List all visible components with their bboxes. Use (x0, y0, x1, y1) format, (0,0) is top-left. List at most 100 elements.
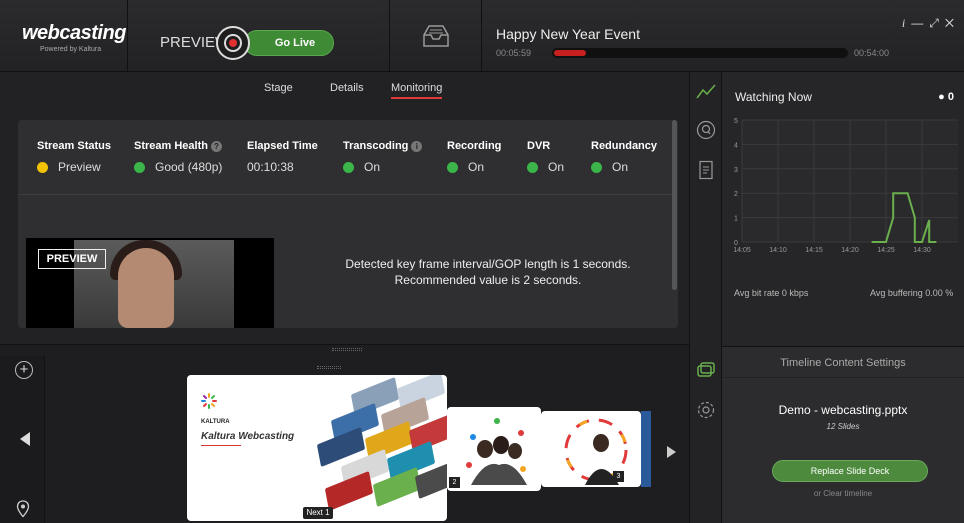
broadcast-icon[interactable] (216, 26, 250, 60)
top-bar: webcasting Powered by Kaltura PREVIEW Go… (0, 0, 964, 72)
tab-details[interactable]: Details (330, 82, 364, 94)
recording-header: Recording (447, 140, 502, 152)
resize-handle[interactable] (0, 344, 689, 356)
watching-title: Watching Now (735, 90, 812, 104)
status-text: On (364, 160, 381, 174)
status-dot (37, 161, 48, 173)
slide-thumbnail-3[interactable]: 3 (541, 411, 641, 487)
preview-controls: PREVIEW Go Live (128, 0, 390, 72)
scrollbar[interactable] (672, 120, 677, 290)
deck-name: Demo - webcasting.pptx (778, 403, 908, 417)
tab-monitoring[interactable]: Monitoring (391, 82, 443, 99)
add-icon[interactable]: + (15, 361, 33, 379)
slide-number: 3 (613, 471, 624, 482)
elapsed-time-header: Elapsed Time (247, 140, 318, 152)
info-icon[interactable]: ? (210, 140, 222, 152)
info-icon[interactable]: i (902, 16, 911, 30)
side-icon-bar (689, 72, 722, 523)
slide-brand: KALTURA (201, 419, 230, 425)
close-icon[interactable]: ✕ (945, 16, 960, 30)
q-and-a-icon[interactable] (696, 120, 716, 140)
event-progress (552, 48, 848, 58)
kaltura-logo-icon (201, 393, 217, 409)
stream-health-value: Good (480p) (134, 160, 222, 174)
slide-thumbnail-2[interactable]: 2 (447, 407, 541, 491)
y-tick-label: 2 (734, 191, 738, 198)
stream-status-header: Stream Status (37, 140, 111, 152)
watching-now-panel: Watching Now ● 0 0 1 2 3 4 5 14:05 14:10 14:15 14… (722, 72, 964, 346)
info-icon[interactable]: i (411, 140, 423, 152)
dvr-header: DVR (527, 140, 551, 152)
slide-number: 2 (449, 477, 460, 488)
video-face (118, 248, 174, 328)
tab-stage[interactable]: Stage (264, 82, 293, 94)
status-text: On (548, 160, 565, 174)
header-text: Transcoding (343, 140, 409, 152)
logo-title: webcasting (22, 22, 126, 44)
event-info: Happy New Year Event 00:05:59 00:54:00 i… (482, 0, 964, 72)
viewer-count: ● 0 (938, 91, 954, 103)
minimize-icon[interactable]: — (911, 16, 929, 30)
transcoding-header: Transcoding i (343, 140, 423, 152)
x-tick-label: 14:25 (877, 247, 895, 254)
logo-subtitle: Powered by Kaltura (40, 46, 102, 53)
divider (722, 377, 964, 378)
slide-underline (201, 445, 241, 446)
slide-count: 12 Slides (826, 422, 860, 431)
redundancy-header: Redundancy (591, 140, 658, 152)
gop-line-2: Recommended value is 2 seconds. (394, 273, 582, 287)
status-dot (447, 161, 458, 173)
clear-timeline-link[interactable]: or Clear timeline (722, 489, 964, 498)
stream-status-value: Preview (37, 160, 101, 174)
viewer-count-value: 0 (947, 91, 954, 103)
x-tick-label: 14:05 (733, 247, 751, 254)
window-controls: i—⤢✕ (902, 16, 960, 31)
status-text: Preview (58, 160, 101, 174)
go-live-button[interactable]: Go Live (244, 30, 334, 56)
expand-icon[interactable]: ⤢ (929, 16, 945, 30)
replace-slide-deck-button[interactable]: Replace Slide Deck (772, 460, 928, 482)
status-text: Good (480p) (155, 160, 223, 174)
inbox-button[interactable] (390, 0, 482, 72)
notes-icon[interactable] (696, 160, 716, 180)
redundancy-value: On (591, 160, 628, 174)
y-tick-label: 5 (734, 118, 738, 125)
transcoding-value: On (343, 160, 380, 174)
next-slide-badge: Next 1 (303, 507, 333, 519)
analytics-icon[interactable] (696, 82, 716, 102)
tab-bar: Stage Details Monitoring (0, 72, 689, 108)
gop-line-1: Detected key frame interval/GOP length i… (345, 257, 631, 271)
avg-buffering: Avg buffering 0.00 % (870, 288, 954, 298)
slide-title: Kaltura Webcasting (201, 431, 295, 442)
avg-bitrate: Avg bit rate 0 kbps (734, 288, 809, 298)
status-dot (527, 161, 538, 173)
viewers-chart: 0 1 2 3 4 5 14:05 14:10 14:15 14:20 14:25 14:30 (733, 118, 958, 254)
user-icon: ● (938, 91, 945, 103)
x-tick-label: 14:15 (805, 247, 823, 254)
slide-thumbnail-current[interactable]: KALTURA Kaltura Webcasting Next 1 (187, 375, 447, 521)
preview-tag: PREVIEW (38, 249, 106, 269)
elapsed-time: 00:05:59 (496, 48, 532, 58)
timeline-settings-title: Timeline Content Settings (780, 357, 906, 369)
slide-thumbnail-4[interactable] (641, 411, 651, 487)
status-dot (591, 161, 602, 173)
event-progress-fill (554, 50, 586, 56)
next-slide-icon[interactable] (667, 446, 676, 458)
status-text: On (612, 160, 629, 174)
x-tick-label: 14:10 (769, 247, 787, 254)
main-panel: Stage Details Monitoring Stream Status P… (0, 72, 689, 344)
status-text: On (468, 160, 485, 174)
stream-health-header: Stream Health? (134, 140, 222, 152)
timeline-settings-panel: Timeline Content Settings Demo - webcast… (722, 346, 964, 523)
grip-icon (317, 366, 341, 369)
location-pin-icon[interactable] (16, 500, 30, 518)
divider (18, 194, 678, 195)
elapsed-time-value: 00:10:38 (247, 160, 294, 174)
settings-icon[interactable] (696, 400, 716, 420)
y-tick-label: 3 (734, 167, 738, 174)
previous-slide-icon[interactable] (20, 432, 30, 446)
slides-icon[interactable] (696, 360, 716, 380)
x-tick-label: 14:20 (841, 247, 859, 254)
slide-timeline: KALTURA Kaltura Webcasting Next 1 2 3 (45, 356, 689, 523)
recording-value: On (447, 160, 484, 174)
